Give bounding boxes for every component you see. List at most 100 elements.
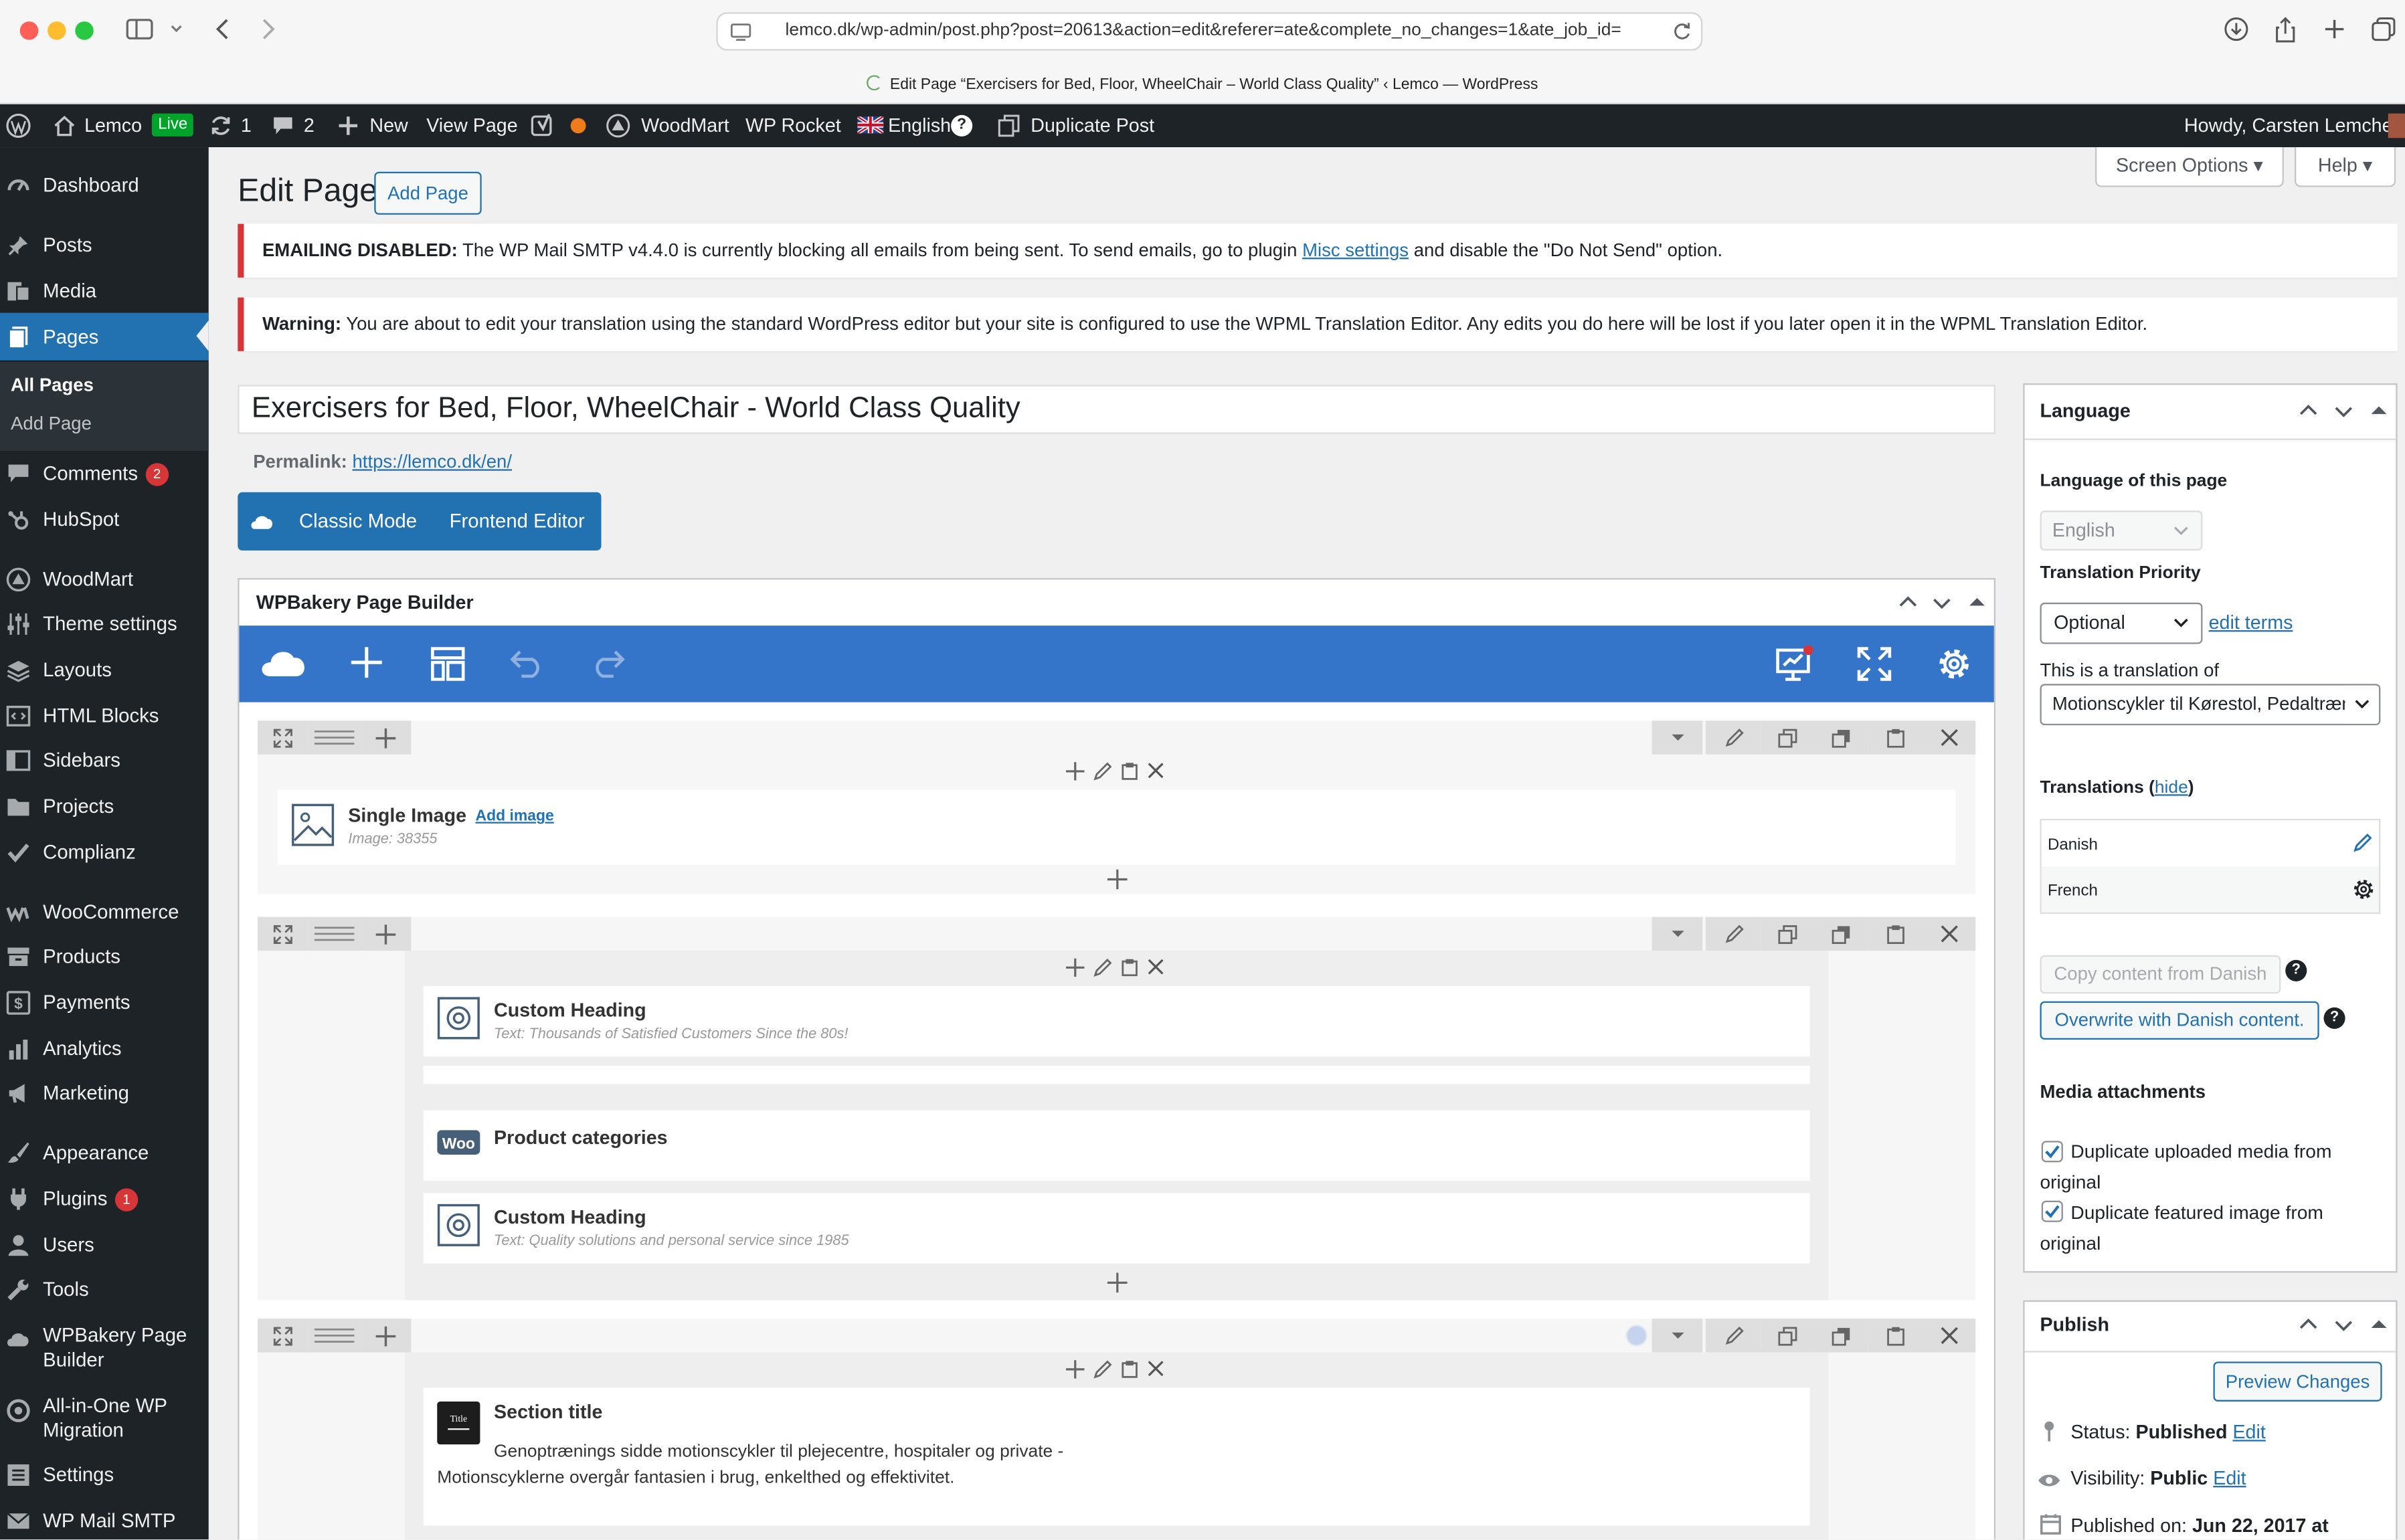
updates-count[interactable]: 1 — [241, 104, 252, 147]
column-add-icon[interactable] — [1066, 762, 1085, 781]
column-add-icon[interactable] — [1066, 958, 1085, 977]
copy-help-icon[interactable]: ? — [2285, 959, 2307, 981]
hide-translations-link[interactable]: hide — [2155, 779, 2188, 797]
sidebar-item-payments[interactable]: $ Payments — [0, 980, 209, 1026]
move-up-icon[interactable] — [1897, 592, 1919, 613]
row-paste-icon[interactable] — [1868, 917, 1923, 951]
sidebar-item-woodmart[interactable]: WoodMart — [0, 557, 209, 603]
move-down-icon[interactable] — [2333, 400, 2354, 421]
element-empty-placeholder[interactable] — [423, 1066, 1810, 1084]
sidebar-item-complianz[interactable]: Complianz — [0, 830, 209, 876]
row-delete-icon[interactable] — [1922, 1319, 1976, 1353]
fullscreen-icon[interactable] — [1856, 646, 1892, 682]
move-down-icon[interactable] — [2333, 1314, 2354, 1335]
permalink-link[interactable]: https://lemco.dk/en/ — [353, 451, 513, 472]
site-settings-icon[interactable] — [730, 23, 751, 41]
row-edit-icon[interactable] — [1705, 917, 1761, 951]
submenu-add-page[interactable]: Add Page — [11, 413, 92, 434]
row-edit-icon[interactable] — [1705, 1319, 1761, 1353]
row-copy-icon[interactable] — [1814, 720, 1868, 755]
frontend-editor-button[interactable]: Frontend Editor — [450, 509, 585, 532]
help-button[interactable]: Help ▾ — [2294, 147, 2396, 187]
sidebar-item-tools[interactable]: Tools — [0, 1266, 209, 1313]
tab-overview-icon[interactable] — [2372, 17, 2396, 41]
back-icon[interactable] — [213, 17, 232, 41]
woodmart-logo-icon[interactable] — [606, 114, 630, 138]
sidebar-item-layouts[interactable]: Layouts — [0, 647, 209, 693]
sidebar-item-comments[interactable]: Comments 2 — [0, 451, 209, 497]
updates-icon[interactable] — [209, 115, 234, 136]
priority-select[interactable]: Optional — [2040, 602, 2203, 644]
column-edit-icon[interactable] — [1093, 762, 1112, 781]
wp-rocket-link[interactable]: WP Rocket — [745, 104, 841, 147]
avatar[interactable] — [2388, 113, 2405, 138]
column-paste-icon[interactable] — [1122, 1360, 1138, 1379]
sidebar-item-theme-settings[interactable]: Theme settings — [0, 601, 209, 648]
submenu-all-pages[interactable]: All Pages — [11, 374, 94, 395]
toggle-panel-icon[interactable] — [1968, 592, 1987, 613]
minimize-window-button[interactable] — [48, 21, 66, 40]
row-add-column-icon[interactable] — [360, 1319, 412, 1353]
edit-terms-link[interactable]: edit terms — [2209, 612, 2293, 634]
row-move-handle-icon[interactable] — [258, 1319, 308, 1353]
url-bar[interactable]: lemco.dk/wp-admin/post.php?post=20613&ac… — [716, 12, 1703, 51]
language-select[interactable]: English — [2040, 510, 2203, 551]
site-name-link[interactable]: Lemco — [84, 104, 142, 147]
column-delete-icon[interactable] — [1147, 762, 1164, 781]
column-paste-icon[interactable] — [1122, 959, 1138, 977]
row-move-handle-icon[interactable] — [258, 720, 308, 755]
redo-icon[interactable] — [589, 647, 626, 678]
row-layout-icon[interactable] — [308, 1319, 361, 1353]
sidebar-item-woocommerce[interactable]: WooCommerce — [0, 889, 209, 935]
yoast-icon[interactable] — [531, 114, 555, 138]
toggle-panel-icon[interactable] — [2370, 1314, 2388, 1335]
column-paste-icon[interactable] — [1122, 762, 1138, 781]
language-switcher[interactable]: English — [888, 104, 951, 147]
row-layout-icon[interactable] — [308, 917, 361, 951]
add-page-button[interactable]: Add Page — [374, 171, 482, 215]
duplicate-post-link[interactable]: Duplicate Post — [1031, 104, 1154, 147]
sidebar-item-appearance[interactable]: Appearance — [0, 1130, 209, 1176]
column-add-icon[interactable] — [1066, 1360, 1085, 1379]
wpbakery-logo-icon[interactable] — [261, 644, 307, 681]
row-paste-icon[interactable] — [1868, 1319, 1923, 1353]
preview-changes-button[interactable]: Preview Changes — [2213, 1361, 2382, 1402]
chevron-down-icon[interactable] — [169, 21, 184, 37]
sidebar-item-hubspot[interactable]: HubSpot — [0, 497, 209, 543]
sidebar-item-plugins[interactable]: Plugins 1 — [0, 1176, 209, 1222]
undo-icon[interactable] — [509, 647, 546, 678]
move-up-icon[interactable] — [2298, 1314, 2319, 1335]
sidebar-item-users[interactable]: Users — [0, 1222, 209, 1268]
sidebar-item-settings[interactable]: Settings — [0, 1452, 209, 1499]
element-section-title[interactable]: Title Section title Genoptrænings sidde … — [423, 1387, 1810, 1526]
close-window-button[interactable] — [19, 21, 39, 40]
sidebar-item-projects[interactable]: Projects — [0, 783, 209, 830]
share-icon[interactable] — [2275, 17, 2296, 44]
classic-mode-button[interactable]: Classic Mode — [299, 509, 417, 532]
row-edit-icon[interactable] — [1705, 720, 1761, 755]
row-delete-icon[interactable] — [1922, 917, 1976, 951]
add-element-icon[interactable] — [350, 646, 383, 679]
row-add-column-icon[interactable] — [360, 720, 412, 755]
forward-icon[interactable] — [259, 17, 278, 41]
add-image-link[interactable]: Add image — [476, 808, 554, 825]
sidebar-item-wp-mail-smtp[interactable]: WP Mail SMTP — [0, 1498, 209, 1539]
sidebar-item-html-blocks[interactable]: HTML Blocks — [0, 693, 209, 739]
comment-icon[interactable] — [272, 115, 294, 136]
column-edit-icon[interactable] — [1093, 958, 1112, 977]
move-up-icon[interactable] — [2298, 400, 2319, 421]
comments-count[interactable]: 2 — [304, 104, 315, 147]
sidebar-item-media[interactable]: Media — [0, 268, 209, 314]
row-delete-icon[interactable] — [1922, 720, 1976, 755]
row-clone-icon[interactable] — [1761, 720, 1815, 755]
edit-status-link[interactable]: Edit — [2232, 1422, 2265, 1443]
sidebar-item-sidebars[interactable]: Sidebars — [0, 738, 209, 784]
downloads-icon[interactable] — [2224, 17, 2249, 41]
duplicate-icon[interactable] — [997, 114, 1022, 138]
wordpress-logo-icon[interactable] — [6, 113, 31, 138]
toggle-panel-icon[interactable] — [2370, 400, 2388, 421]
new-content-link[interactable]: New — [369, 104, 408, 147]
column-delete-icon[interactable] — [1147, 959, 1164, 977]
row-move-handle-icon[interactable] — [258, 917, 308, 951]
view-page-link[interactable]: View Page — [426, 104, 517, 147]
